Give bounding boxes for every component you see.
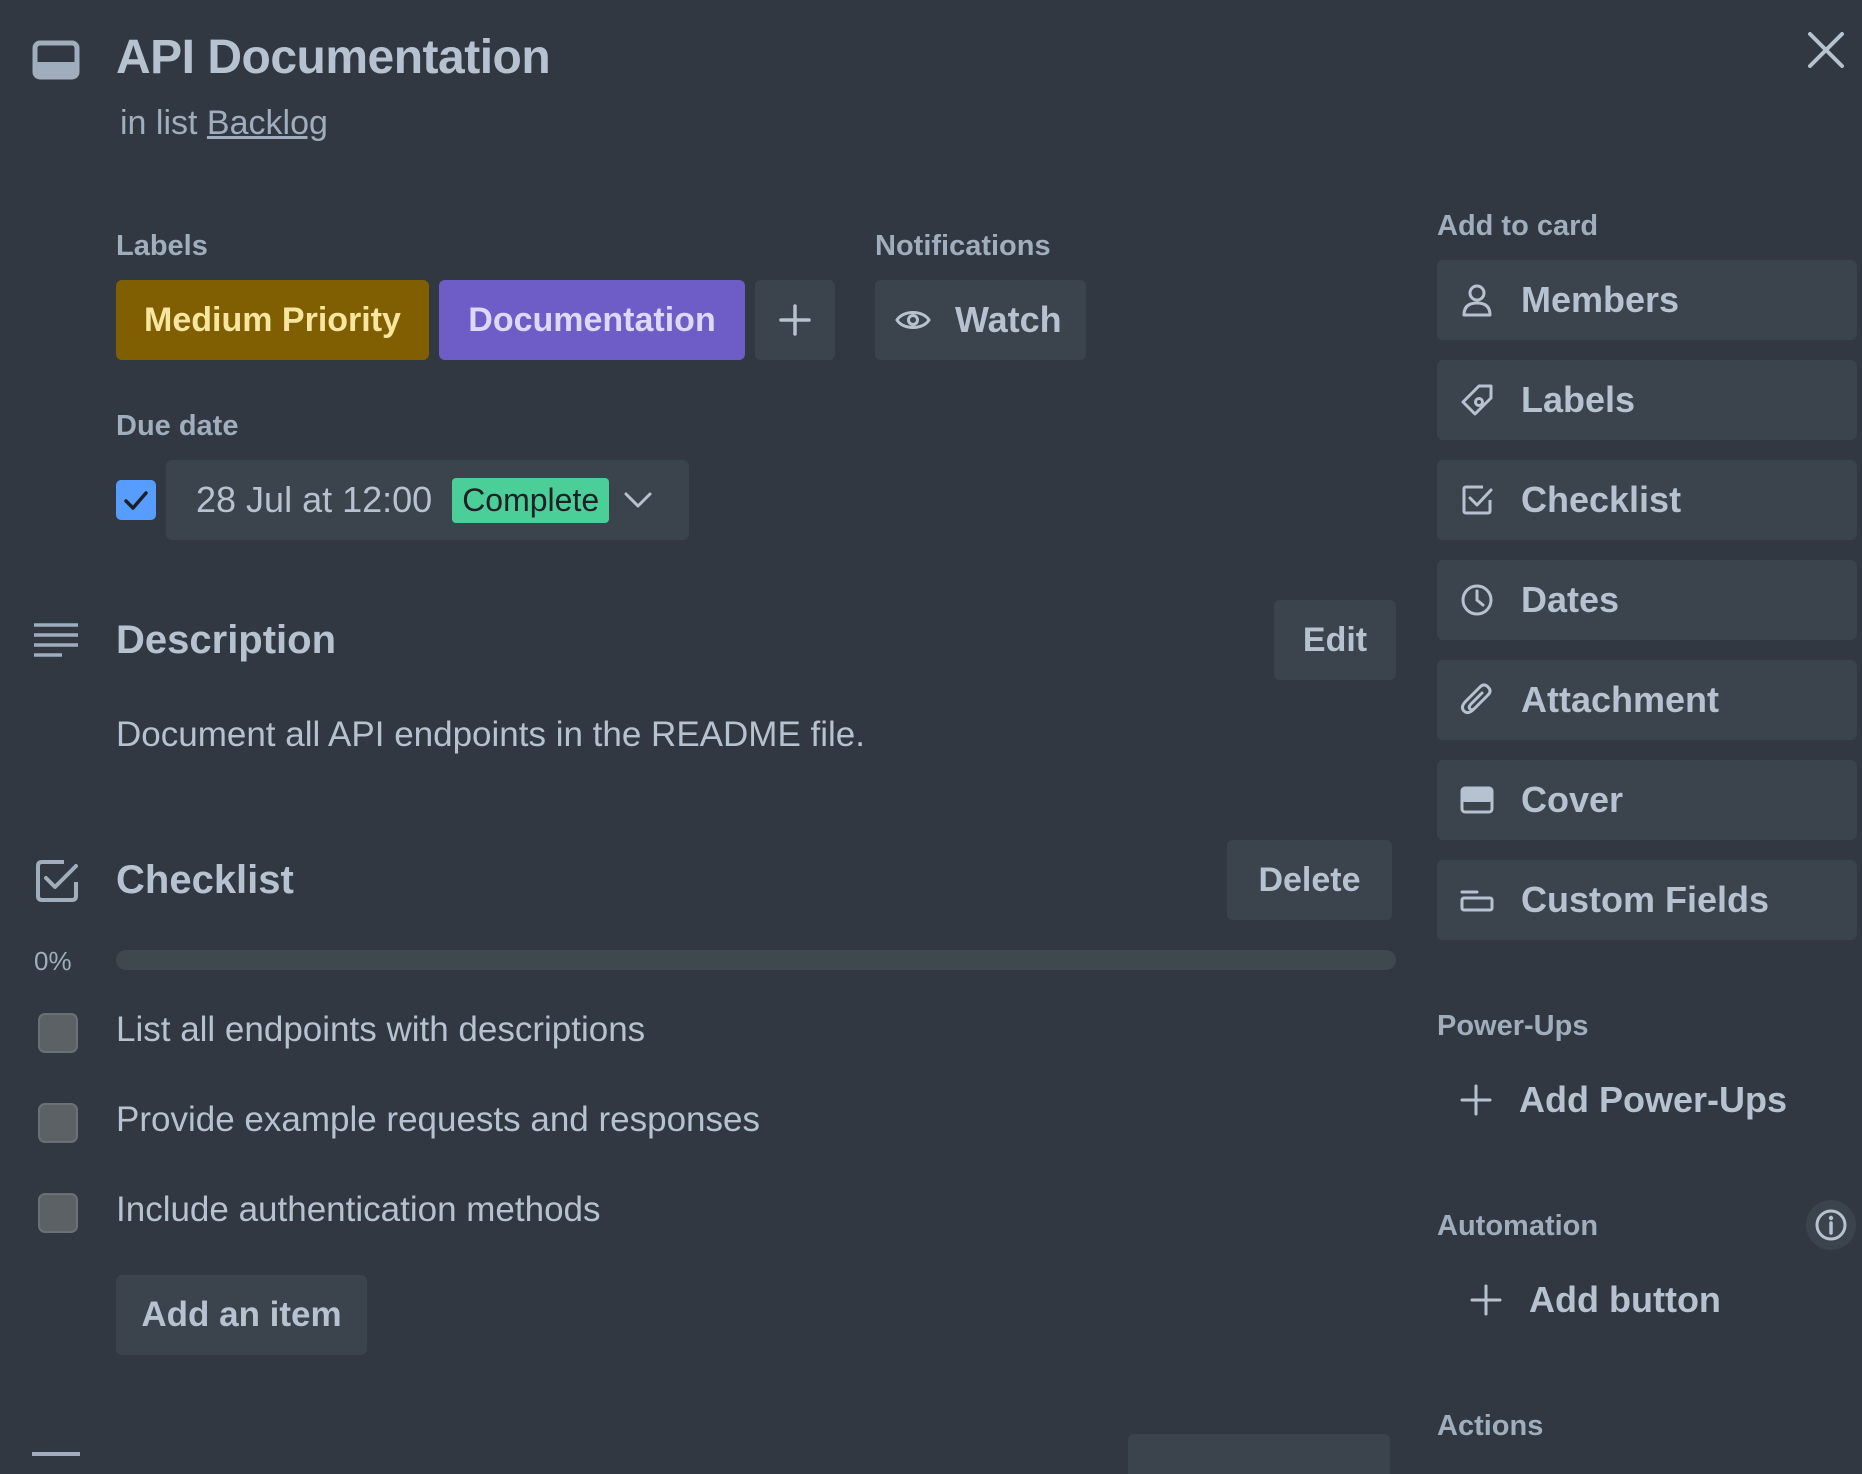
plus-icon bbox=[1469, 1283, 1503, 1317]
description-heading: Description bbox=[116, 618, 337, 662]
info-icon[interactable] bbox=[1806, 1200, 1856, 1250]
notifications-heading: Notifications bbox=[875, 230, 1051, 262]
due-date-button[interactable]: 28 Jul at 12:00 Complete bbox=[166, 460, 689, 540]
dates-label: Dates bbox=[1521, 579, 1620, 620]
tag-icon bbox=[1459, 382, 1495, 418]
checkbox-icon bbox=[1459, 482, 1495, 518]
paperclip-icon bbox=[1459, 682, 1495, 718]
edit-label: Edit bbox=[1302, 620, 1368, 659]
members-button[interactable]: Members bbox=[1437, 260, 1857, 340]
plus-icon bbox=[778, 303, 812, 337]
attachment-button[interactable]: Attachment bbox=[1437, 660, 1857, 740]
due-date-heading: Due date bbox=[116, 410, 239, 442]
members-label: Members bbox=[1521, 279, 1680, 320]
cover-button[interactable]: Cover bbox=[1437, 760, 1857, 840]
checklist-label: Checklist bbox=[1521, 479, 1682, 520]
attachment-label: Attachment bbox=[1521, 679, 1720, 720]
description-lines-icon bbox=[32, 622, 80, 658]
activity-icon bbox=[32, 1452, 80, 1462]
checklist-item-text[interactable]: List all endpoints with descriptions bbox=[116, 1010, 645, 1050]
labels-label: Labels bbox=[1521, 379, 1636, 420]
custom-fields-icon bbox=[1459, 882, 1495, 918]
clock-icon bbox=[1459, 582, 1495, 618]
show-details-button[interactable] bbox=[1128, 1434, 1390, 1474]
list-prefix: in list bbox=[120, 104, 198, 142]
due-date-checkbox[interactable] bbox=[116, 480, 156, 520]
close-icon[interactable] bbox=[1806, 30, 1846, 70]
description-text[interactable]: Document all API endpoints in the README… bbox=[116, 715, 865, 755]
checklist-item-text[interactable]: Provide example requests and responses bbox=[116, 1100, 760, 1140]
person-icon bbox=[1459, 282, 1495, 318]
plus-icon bbox=[1459, 1083, 1493, 1117]
progress-percent: 0% bbox=[34, 946, 72, 976]
label-chip-documentation[interactable]: Documentation bbox=[439, 280, 745, 360]
delete-checklist-button[interactable]: Delete bbox=[1227, 840, 1392, 920]
chevron-down-icon bbox=[623, 490, 653, 510]
powerups-heading: Power-Ups bbox=[1437, 1010, 1589, 1042]
custom-fields-button[interactable]: Custom Fields bbox=[1437, 860, 1857, 940]
progress-bar bbox=[116, 950, 1396, 970]
label-chip-medium-priority[interactable]: Medium Priority bbox=[116, 280, 429, 360]
actions-heading: Actions bbox=[1437, 1410, 1544, 1442]
card-icon bbox=[32, 40, 80, 80]
checkmark-icon bbox=[124, 491, 148, 510]
label-chip-text: Documentation bbox=[468, 300, 716, 339]
add-item-label: Add an item bbox=[141, 1295, 342, 1334]
watch-label: Watch bbox=[955, 299, 1062, 340]
checklist-item-text[interactable]: Include authentication methods bbox=[116, 1190, 601, 1230]
add-to-card-heading: Add to card bbox=[1437, 210, 1599, 242]
add-automation-button[interactable]: Add button bbox=[1447, 1260, 1857, 1340]
add-button-label: Add button bbox=[1529, 1279, 1721, 1320]
checklist-item-checkbox[interactable] bbox=[38, 1193, 78, 1233]
card-title[interactable]: API Documentation bbox=[116, 30, 551, 85]
list-breadcrumb: in list Backlog bbox=[120, 104, 328, 143]
list-link[interactable]: Backlog bbox=[207, 104, 328, 142]
add-powerups-label: Add Power-Ups bbox=[1519, 1079, 1788, 1120]
delete-label: Delete bbox=[1258, 860, 1361, 899]
checklist-icon bbox=[34, 858, 80, 904]
labels-heading: Labels bbox=[116, 230, 208, 262]
eye-icon bbox=[895, 308, 931, 332]
due-date-value: 28 Jul at 12:00 bbox=[196, 479, 433, 520]
label-chip-text: Medium Priority bbox=[144, 300, 401, 339]
edit-description-button[interactable]: Edit bbox=[1274, 600, 1396, 680]
watch-button[interactable]: Watch bbox=[875, 280, 1086, 360]
labels-button[interactable]: Labels bbox=[1437, 360, 1857, 440]
add-label-button[interactable] bbox=[755, 280, 835, 360]
checklist-heading: Checklist bbox=[116, 858, 294, 902]
due-status-badge: Complete bbox=[452, 477, 610, 523]
cover-icon bbox=[1459, 782, 1495, 818]
checklist-button[interactable]: Checklist bbox=[1437, 460, 1857, 540]
dates-button[interactable]: Dates bbox=[1437, 560, 1857, 640]
add-checklist-item-button[interactable]: Add an item bbox=[116, 1275, 367, 1355]
checklist-item-checkbox[interactable] bbox=[38, 1013, 78, 1053]
checklist-item-checkbox[interactable] bbox=[38, 1103, 78, 1143]
automation-heading: Automation bbox=[1437, 1210, 1599, 1242]
custom-fields-label: Custom Fields bbox=[1521, 879, 1770, 920]
add-powerups-button[interactable]: Add Power-Ups bbox=[1437, 1060, 1857, 1140]
cover-label: Cover bbox=[1521, 779, 1624, 820]
